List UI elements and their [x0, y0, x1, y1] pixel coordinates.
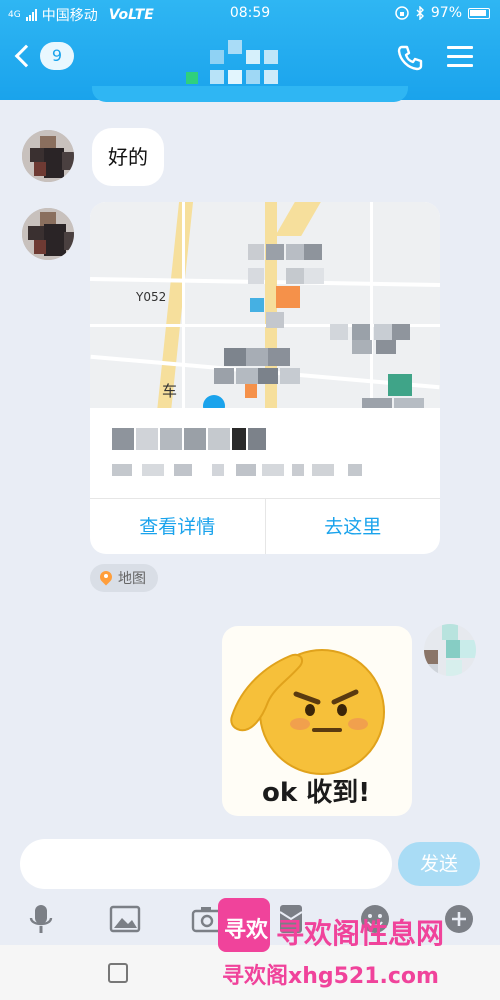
sticker-caption: ok 收到! — [262, 778, 371, 808]
back-button[interactable]: 9 — [14, 42, 74, 70]
recent-apps-button[interactable] — [108, 963, 128, 983]
location-card[interactable]: Y052 车 查看详情 去这里 — [90, 202, 440, 554]
chat-header: 4G 中国移动 VoLTE 08:59 97% 9 — [0, 0, 500, 100]
map-source-tag[interactable]: 地图 — [90, 564, 158, 592]
microphone-icon[interactable] — [24, 902, 58, 936]
message-bubble-text: 好的 — [92, 128, 164, 186]
more-plus-icon[interactable] — [442, 902, 476, 936]
map-source-label: 地图 — [118, 571, 146, 587]
watermark-title: 寻欢阁性息网 — [276, 917, 445, 950]
battery-level: 97% — [430, 5, 462, 21]
phone-call-icon[interactable] — [396, 44, 424, 72]
message-input[interactable] — [20, 839, 392, 889]
unread-count-badge: 9 — [40, 42, 74, 70]
navigate-here-button[interactable]: 去这里 — [264, 499, 441, 554]
pinned-strip — [92, 86, 408, 102]
map-preview[interactable]: Y052 车 — [90, 202, 440, 408]
nav-bar: 9 — [0, 28, 500, 92]
image-icon[interactable] — [108, 902, 142, 936]
chevron-left-icon — [14, 44, 38, 68]
contact-name-pixelated — [180, 36, 310, 84]
road-label: Y052 — [134, 290, 169, 304]
watermark-logo-text: 寻欢 — [224, 918, 269, 943]
location-marker-icon — [100, 571, 112, 585]
road-label: 车 — [162, 382, 178, 400]
avatar-contact[interactable] — [22, 208, 74, 260]
avatar-self[interactable] — [424, 624, 476, 676]
rotation-lock-icon — [395, 6, 409, 20]
bluetooth-icon — [416, 6, 424, 20]
location-card-actions: 查看详情 去这里 — [90, 498, 440, 554]
battery-icon — [468, 7, 490, 19]
location-address-pixelated — [90, 408, 440, 498]
status-bar: 4G 中国移动 VoLTE 08:59 97% — [0, 0, 500, 28]
avatar-contact[interactable] — [22, 130, 74, 182]
watermark-url: 寻欢阁xhg521.com — [222, 964, 439, 989]
menu-icon[interactable] — [447, 46, 473, 68]
status-right: 97% — [395, 5, 490, 21]
send-button[interactable]: 发送 — [398, 842, 480, 886]
view-details-button[interactable]: 查看详情 — [90, 499, 265, 554]
location-pin-icon — [203, 395, 225, 408]
